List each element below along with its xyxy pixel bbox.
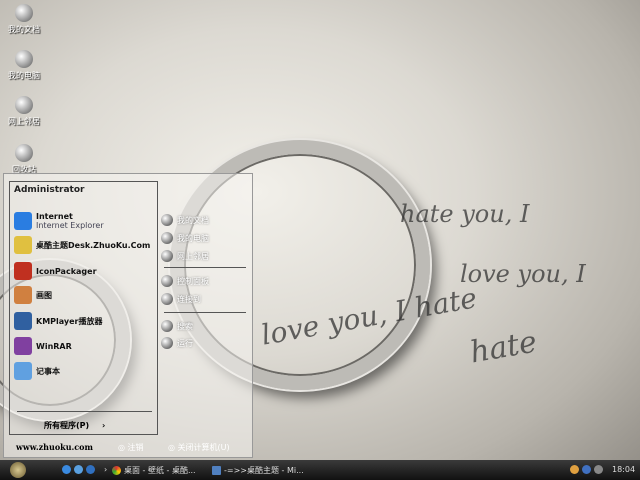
start-menu-place[interactable]: 网上邻居 xyxy=(161,250,209,262)
program-label: WinRAR xyxy=(36,341,72,351)
program-label: 记事本 xyxy=(36,366,60,376)
separator xyxy=(164,267,246,268)
desktop-icon-recycle-bin[interactable]: 回收站 xyxy=(2,144,46,175)
globe-icon[interactable] xyxy=(74,465,83,474)
quick-launch-chevron[interactable]: › xyxy=(104,465,107,474)
place-icon xyxy=(161,250,173,262)
program-icon xyxy=(14,312,32,330)
program-item[interactable]: 桌酷主题Desk.ZhuoKu.Com xyxy=(14,236,150,254)
documents-icon xyxy=(15,4,33,22)
tray-icon[interactable] xyxy=(582,465,591,474)
program-label: 画图 xyxy=(36,290,52,300)
program-icon xyxy=(14,236,32,254)
start-menu-place[interactable]: 连接到 xyxy=(161,293,201,305)
task-button[interactable]: 桌面 - 壁纸 - 桌酷... xyxy=(112,465,196,476)
website-label: www.zhuoku.com xyxy=(16,442,93,452)
place-icon xyxy=(161,232,173,244)
place-icon xyxy=(161,275,173,287)
ie-icon[interactable] xyxy=(86,465,95,474)
place-icon xyxy=(161,320,173,332)
start-menu-place[interactable]: 运行 xyxy=(161,337,193,349)
desktop-icon-my-documents[interactable]: 我的文档 xyxy=(2,4,46,35)
program-sublabel: Internet Explorer xyxy=(36,221,104,230)
program-label: KMPlayer播放器 xyxy=(36,316,103,326)
chevron-right-icon: › xyxy=(101,421,106,430)
program-item[interactable]: 记事本 xyxy=(14,362,60,380)
program-label: IconPackager xyxy=(36,266,97,276)
computer-icon xyxy=(15,50,33,68)
program-icon xyxy=(14,337,32,355)
program-label: Internet Internet Explorer xyxy=(36,212,104,230)
place-icon xyxy=(161,293,173,305)
shutdown-button[interactable]: ◎ 关闭计算机(U) xyxy=(168,442,230,453)
start-menu-place[interactable]: 控制面板 xyxy=(161,275,209,287)
start-menu: Administrator Internet Internet Explorer 桌… xyxy=(3,173,253,458)
start-button[interactable] xyxy=(10,462,26,478)
ie-icon[interactable] xyxy=(62,465,71,474)
system-tray: 18:04 xyxy=(570,465,635,474)
clock: 18:04 xyxy=(612,465,636,474)
place-icon xyxy=(161,214,173,226)
start-menu-place[interactable]: 我的电脑 xyxy=(161,232,209,244)
program-icon xyxy=(14,212,32,230)
tray-icon[interactable] xyxy=(570,465,579,474)
chrome-icon xyxy=(112,466,121,475)
user-name: Administrator xyxy=(14,185,85,195)
recycle-bin-icon xyxy=(15,144,33,162)
taskbar: › 桌面 - 壁纸 - 桌酷... -=>>桌酷主题 - Mi... 18:04 xyxy=(0,460,640,480)
all-programs-button[interactable]: 所有程序(P) › xyxy=(44,420,105,431)
volume-icon[interactable] xyxy=(594,465,603,474)
separator xyxy=(164,312,246,313)
desktop-icon-my-computer[interactable]: 我的电脑 xyxy=(2,50,46,81)
program-item[interactable]: IconPackager xyxy=(14,262,97,280)
separator xyxy=(17,411,152,412)
task-button[interactable]: -=>>桌酷主题 - Mi... xyxy=(212,465,304,476)
start-menu-place[interactable]: 我的文档 xyxy=(161,214,209,226)
program-icon xyxy=(14,262,32,280)
program-label: 桌酷主题Desk.ZhuoKu.Com xyxy=(36,240,151,250)
wallpaper-text: hate xyxy=(467,324,540,371)
globe-icon xyxy=(15,96,33,114)
place-icon xyxy=(161,337,173,349)
start-menu-place[interactable]: 搜索 xyxy=(161,320,193,332)
program-item[interactable]: KMPlayer播放器 xyxy=(14,312,103,330)
program-item[interactable]: Internet Internet Explorer xyxy=(14,212,104,230)
desktop-icon-network[interactable]: 网上邻居 xyxy=(2,96,46,127)
program-icon xyxy=(14,286,32,304)
program-item[interactable]: 画图 xyxy=(14,286,52,304)
wallpaper-text: hate you, I xyxy=(400,200,530,228)
document-icon xyxy=(212,466,221,475)
program-icon xyxy=(14,362,32,380)
start-orb-icon xyxy=(10,462,26,478)
wallpaper-text: love you, I xyxy=(460,260,586,288)
program-item[interactable]: WinRAR xyxy=(14,337,72,355)
quick-launch: › xyxy=(62,465,107,474)
logoff-button[interactable]: ◎ 注销 xyxy=(118,442,144,453)
